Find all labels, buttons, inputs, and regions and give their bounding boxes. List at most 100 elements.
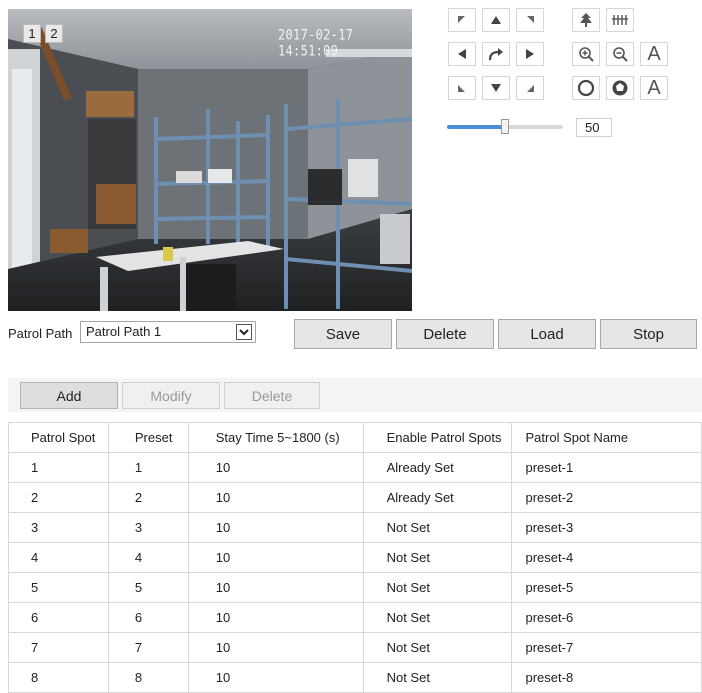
- spot-name-cell: preset-2: [510, 482, 702, 513]
- pan-down-button[interactable]: [482, 76, 510, 100]
- enable-status-cell: Not Set: [362, 602, 512, 633]
- stay-time-cell: 10: [187, 542, 364, 573]
- patrol-spot-cell: 8: [8, 662, 109, 693]
- stay-time-cell: 10: [187, 572, 364, 603]
- delete-path-button[interactable]: Delete: [396, 319, 494, 349]
- modify-button[interactable]: Modify: [122, 382, 220, 409]
- focus-near-icon: [580, 13, 592, 27]
- save-button[interactable]: Save: [294, 319, 392, 349]
- preset-cell: 6: [107, 602, 189, 633]
- spot-name-cell: preset-5: [510, 572, 702, 603]
- zoom-in-button[interactable]: [572, 42, 600, 66]
- preset-cell: 5: [107, 572, 189, 603]
- video-preview[interactable]: 1 2 2017-02-17 14:51:09: [8, 9, 412, 311]
- enable-status-cell: Not Set: [362, 542, 512, 573]
- focus-far-button[interactable]: [606, 8, 634, 32]
- stay-time-cell: 10: [187, 632, 364, 663]
- table-row[interactable]: 3 3 10 Not Set preset-3: [8, 512, 702, 543]
- pan-down-left-button[interactable]: [448, 76, 476, 100]
- column-header: Stay Time 5~1800 (s): [187, 422, 364, 453]
- stay-time-cell: 10: [187, 482, 364, 513]
- patrol-path-label: Patrol Path: [8, 326, 73, 341]
- table-row[interactable]: 7 7 10 Not Set preset-7: [8, 632, 702, 663]
- delete-spot-button[interactable]: Delete: [224, 382, 320, 409]
- pan-left-icon: [458, 49, 466, 59]
- zoom-out-icon: [613, 47, 628, 62]
- table-row[interactable]: 5 5 10 Not Set preset-5: [8, 572, 702, 603]
- enable-status-cell: Not Set: [362, 662, 512, 693]
- patrol-spot-cell: 5: [8, 572, 109, 603]
- add-button[interactable]: Add: [20, 382, 118, 409]
- auto-pan-button[interactable]: [482, 42, 510, 66]
- ptz-speed-value: 50: [576, 118, 612, 137]
- patrol-path-selected-value: Patrol Path 1: [86, 324, 162, 339]
- preset-cell: 7: [107, 632, 189, 663]
- enable-status-cell: Already Set: [362, 482, 512, 513]
- pan-down-left-icon: [458, 85, 465, 92]
- preset-cell: 4: [107, 542, 189, 573]
- focus-far-icon: [612, 15, 628, 25]
- patrol-spot-cell: 4: [8, 542, 109, 573]
- patrol-spot-table: Patrol Spot Preset Stay Time 5~1800 (s) …: [8, 422, 702, 693]
- preset-cell: 8: [107, 662, 189, 693]
- patrol-spot-cell: 1: [8, 452, 109, 483]
- column-header: Patrol Spot: [8, 422, 109, 453]
- pan-down-right-button[interactable]: [516, 76, 544, 100]
- auto-focus-icon: A: [647, 43, 661, 65]
- stop-button[interactable]: Stop: [600, 319, 697, 349]
- stay-time-cell: 10: [187, 602, 364, 633]
- preset-cell: 1: [107, 452, 189, 483]
- auto-focus-button[interactable]: A: [640, 42, 668, 66]
- auto-iris-icon: A: [647, 77, 661, 99]
- table-row[interactable]: 8 8 10 Not Set preset-8: [8, 662, 702, 693]
- pan-up-left-icon: [458, 16, 465, 23]
- stay-time-cell: 10: [187, 452, 364, 483]
- iris-close-button[interactable]: [606, 76, 634, 100]
- ptz-speed-slider-handle[interactable]: [501, 119, 509, 134]
- table-row[interactable]: 1 1 10 Already Set preset-1: [8, 452, 702, 483]
- column-header: Preset: [107, 422, 189, 453]
- pan-right-button[interactable]: [516, 42, 544, 66]
- auto-iris-button[interactable]: A: [640, 76, 668, 100]
- focus-near-button[interactable]: [572, 8, 600, 32]
- pan-down-icon: [491, 84, 501, 92]
- stay-time-cell: 10: [187, 512, 364, 543]
- zoom-in-icon: [579, 47, 594, 62]
- iris-close-icon: [612, 80, 628, 96]
- table-header-row: Patrol Spot Preset Stay Time 5~1800 (s) …: [8, 422, 702, 453]
- spot-name-cell: preset-1: [510, 452, 702, 483]
- patrol-spot-cell: 2: [8, 482, 109, 513]
- column-header: Enable Patrol Spots: [362, 422, 512, 453]
- patrol-spot-toolbar: Add Modify Delete: [8, 378, 702, 412]
- chevron-down-icon: [236, 324, 252, 340]
- stay-time-cell: 10: [187, 662, 364, 693]
- iris-open-button[interactable]: [572, 76, 600, 100]
- pan-up-icon: [491, 16, 501, 24]
- spot-name-cell: preset-8: [510, 662, 702, 693]
- enable-status-cell: Not Set: [362, 572, 512, 603]
- channel-1-button[interactable]: 1: [23, 24, 41, 43]
- pan-right-icon: [526, 49, 534, 59]
- pan-up-right-icon: [527, 16, 534, 23]
- pan-up-right-button[interactable]: [516, 8, 544, 32]
- zoom-out-button[interactable]: [606, 42, 634, 66]
- ptz-speed-slider-fill: [447, 125, 505, 129]
- load-button[interactable]: Load: [498, 319, 596, 349]
- spot-name-cell: preset-4: [510, 542, 702, 573]
- pan-down-right-icon: [527, 85, 534, 92]
- table-row[interactable]: 4 4 10 Not Set preset-4: [8, 542, 702, 573]
- pan-up-button[interactable]: [482, 8, 510, 32]
- patrol-path-select[interactable]: Patrol Path 1: [80, 321, 256, 343]
- channel-2-button[interactable]: 2: [45, 24, 63, 43]
- table-row[interactable]: 6 6 10 Not Set preset-6: [8, 602, 702, 633]
- pan-up-left-button[interactable]: [448, 8, 476, 32]
- preset-cell: 3: [107, 512, 189, 543]
- enable-status-cell: Not Set: [362, 632, 512, 663]
- patrol-spot-cell: 7: [8, 632, 109, 663]
- column-header: Patrol Spot Name: [510, 422, 702, 453]
- iris-open-icon: [577, 79, 595, 97]
- pan-left-button[interactable]: [448, 42, 476, 66]
- spot-name-cell: preset-6: [510, 602, 702, 633]
- patrol-spot-cell: 6: [8, 602, 109, 633]
- table-row[interactable]: 2 2 10 Already Set preset-2: [8, 482, 702, 513]
